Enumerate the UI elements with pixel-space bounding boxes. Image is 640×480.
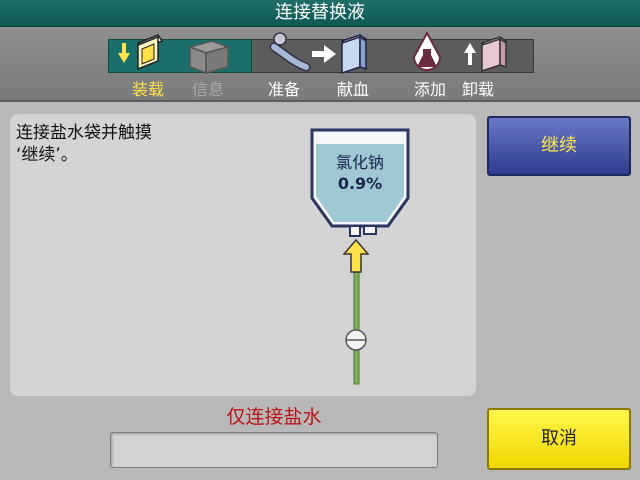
instruction-text: 连接盐水袋并触摸 ‘继续’。: [16, 123, 152, 165]
continue-button[interactable]: 继续: [487, 116, 631, 176]
bag-concentration-label: 0.9%: [338, 174, 382, 193]
saline-bag-illustration: 氯化钠 0.9%: [310, 128, 410, 385]
step-label-add: 添加: [414, 80, 447, 99]
step-label-prepare: 准备: [268, 80, 301, 99]
donate-icon: [340, 34, 368, 75]
unload-icon: [464, 36, 508, 73]
step-label-load: 装载: [132, 80, 165, 99]
cancel-button[interactable]: 取消: [487, 408, 631, 470]
step-label-donate: 献血: [337, 80, 370, 99]
prepare-icon: [269, 32, 311, 72]
bag-name-label: 氯化钠: [336, 153, 384, 172]
add-solution-icon: [412, 31, 442, 71]
workflow-bar: 装载 信息 准备 献血 添加 卸载: [0, 27, 640, 102]
step-arrow-icon: [312, 45, 336, 63]
status-field: [110, 432, 438, 468]
info-folder-icon: [187, 40, 231, 75]
step-label-unload: 卸载: [462, 80, 495, 99]
load-icon: [118, 34, 164, 71]
warning-text: 仅连接盐水: [226, 406, 322, 428]
step-label-info: 信息: [192, 80, 225, 99]
window-title: 连接替换液: [0, 0, 640, 27]
